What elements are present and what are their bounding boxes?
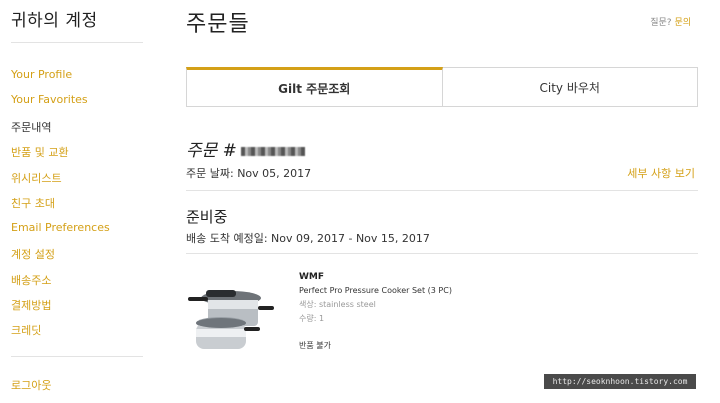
delivery-label: 배송 도착 예정일: — [186, 232, 268, 245]
sidebar-item-shipping-address[interactable]: 배송주소 — [11, 272, 51, 288]
help-text: 질문? 문의 — [650, 15, 691, 28]
help-prefix: 질문? — [650, 18, 672, 28]
page-title: 주문들 — [186, 12, 250, 37]
product-brand: WMF — [299, 272, 325, 282]
product-name[interactable]: Perfect Pro Pressure Cooker Set (3 PC) — [299, 286, 452, 295]
tab-gilt-orders[interactable]: Gilt 주문조회 — [186, 67, 443, 107]
return-status: 반품 불가 — [299, 341, 331, 350]
order-date: 주문 날짜: Nov 05, 2017 — [186, 165, 311, 181]
sidebar-item-orders[interactable]: 주문내역 — [11, 119, 51, 135]
product-color: 색상: stainless steel — [299, 300, 376, 309]
order-divider — [186, 190, 698, 191]
order-number-label: 주문 # — [186, 141, 237, 161]
sidebar-item-wishlist[interactable]: 위시리스트 — [11, 170, 62, 186]
tab-city-vouchers[interactable]: City 바우처 — [442, 67, 698, 107]
order-date-value: Nov 05, 2017 — [237, 167, 312, 180]
sidebar-item-your-favorites[interactable]: Your Favorites — [11, 93, 88, 106]
sidebar-item-credits[interactable]: 크레딧 — [11, 322, 41, 338]
sidebar-item-invite-friends[interactable]: 친구 초대 — [11, 195, 55, 211]
blog-watermark: http://seoknhoon.tistory.com — [544, 374, 696, 389]
order-tabs: Gilt 주문조회 City 바우처 — [186, 67, 698, 107]
order-date-label: 주문 날짜: — [186, 167, 234, 180]
account-sidebar: 귀하의 계정 Your Profile Your Favorites 주문내역 … — [0, 0, 160, 403]
contact-link[interactable]: 문의 — [674, 18, 691, 28]
orders-main: 주문들 질문? 문의 Gilt 주문조회 City 바우처 주문 # 주문 날짜… — [186, 0, 701, 403]
view-details-link[interactable]: 세부 사항 보기 — [627, 165, 695, 181]
delivery-estimate: 배송 도착 예정일: Nov 09, 2017 - Nov 15, 2017 — [186, 230, 430, 246]
sidebar-title: 귀하의 계정 — [11, 11, 98, 31]
sidebar-item-returns[interactable]: 반품 및 교환 — [11, 144, 69, 160]
status-divider — [186, 253, 698, 254]
order-number: 주문 # — [186, 136, 305, 161]
logout-link[interactable]: 로그아웃 — [11, 377, 51, 393]
order-status: 준비중 — [186, 208, 228, 226]
sidebar-item-payment-methods[interactable]: 결제방법 — [11, 297, 51, 313]
sidebar-item-account-settings[interactable]: 계정 설정 — [11, 246, 55, 262]
sidebar-divider — [11, 42, 143, 43]
product-quantity: 수량: 1 — [299, 314, 325, 323]
delivery-value: Nov 09, 2017 - Nov 15, 2017 — [271, 232, 430, 245]
redacted-order-number — [240, 147, 305, 156]
pressure-cooker-image[interactable] — [186, 285, 278, 357]
sidebar-item-email-preferences[interactable]: Email Preferences — [11, 221, 110, 234]
sidebar-item-your-profile[interactable]: Your Profile — [11, 68, 72, 81]
sidebar-divider — [11, 356, 143, 357]
